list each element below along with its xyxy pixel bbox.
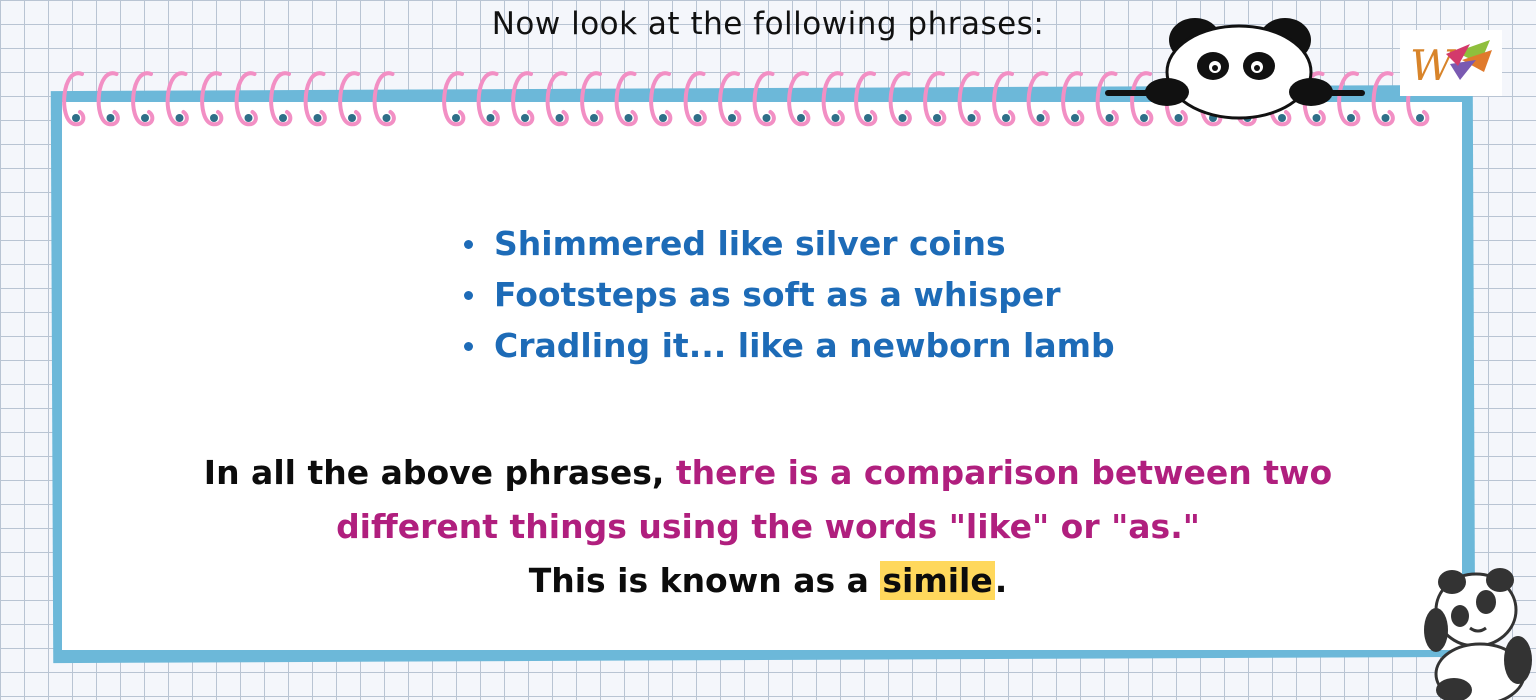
binding-hole (590, 114, 598, 122)
binding-hole (175, 114, 184, 122)
phrase-list: Shimmered like silver coins Footsteps as… (460, 218, 1115, 371)
binding-hole (210, 114, 218, 122)
binding-hole (521, 114, 529, 122)
binding-hole (348, 114, 356, 122)
brand-logo: W (1400, 30, 1502, 96)
brand-logo-icon: W (1410, 40, 1492, 90)
phrase-item: Cradling it... like a newborn lamb (460, 320, 1115, 371)
binding-hole (864, 114, 872, 122)
panda-peeking-icon (1105, 18, 1365, 120)
binding-hole (279, 114, 287, 122)
conclusion-prefix: This is known as a (528, 561, 881, 600)
binding-hole (693, 114, 702, 122)
conclusion-suffix: . (994, 561, 1008, 600)
binding-hole (659, 114, 667, 122)
simile-term: simile (880, 561, 995, 600)
binding-hole (1002, 114, 1010, 122)
phrase-item: Footsteps as soft as a whisper (460, 269, 1115, 320)
explanation-text: In all the above phrases, there is a com… (200, 446, 1336, 608)
binding-hole (1381, 114, 1390, 122)
binding-hole (244, 114, 253, 122)
binding-hole (1347, 114, 1355, 122)
binding-hole (797, 114, 805, 122)
binding-hole (452, 114, 460, 122)
binding-hole (1278, 114, 1286, 122)
binding-hole (1416, 114, 1424, 122)
panda-lying-icon (1424, 568, 1532, 700)
binding-hole (762, 114, 771, 122)
binding-hole (72, 114, 80, 122)
binding-hole (106, 114, 115, 122)
binding-hole (1071, 114, 1079, 122)
binding-hole (486, 114, 495, 122)
binding-hole (831, 114, 840, 122)
binding-hole (1140, 114, 1148, 122)
binding-hole (1036, 114, 1045, 122)
binding-hole (141, 114, 149, 122)
binding-hole (967, 114, 976, 122)
binding-hole (728, 114, 736, 122)
phrase-item: Shimmered like silver coins (460, 218, 1115, 269)
binding-hole (624, 114, 633, 122)
binding-hole (933, 114, 941, 122)
binding-hole (1105, 114, 1114, 122)
logo-text: W (1410, 41, 1457, 90)
binding-hole (898, 114, 907, 122)
binding-hole (555, 114, 564, 122)
binding-hole (382, 114, 391, 122)
binding-hole (313, 114, 322, 122)
binding-hole (1312, 114, 1321, 122)
binding-hole (1174, 114, 1183, 122)
explanation-lead: In all the above phrases, (203, 453, 676, 492)
